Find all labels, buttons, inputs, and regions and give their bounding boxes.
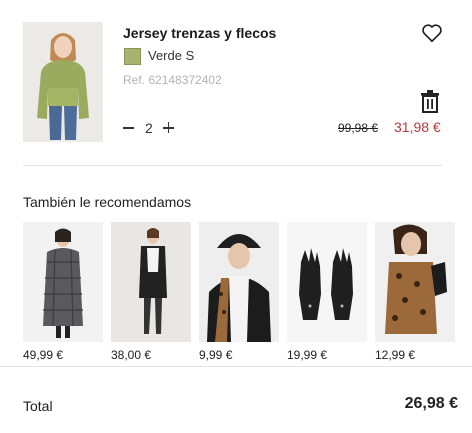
sale-price: 31,98 €: [394, 119, 441, 135]
wishlist-heart-icon[interactable]: [421, 22, 443, 44]
recommendation-price: 9,99 €: [199, 348, 233, 362]
recommendation-price: 38,00 €: [111, 348, 152, 362]
product-image[interactable]: [23, 22, 103, 142]
recommendation-item[interactable]: 49,99 €: [23, 222, 103, 362]
plaid-coat-image: [23, 222, 103, 342]
color-size-label: Verde S: [148, 48, 195, 63]
quantity-value: 2: [145, 120, 153, 136]
recommendation-price: 19,99 €: [287, 348, 328, 362]
original-price: 99,98 €: [338, 121, 379, 135]
divider: [0, 366, 472, 367]
delete-trash-icon[interactable]: [420, 89, 440, 113]
increase-quantity-button[interactable]: [162, 118, 175, 138]
product-reference: Ref. 62148372402: [123, 73, 222, 87]
quantity-stepper: 2: [123, 118, 175, 138]
recommendation-item[interactable]: 9,99 €: [199, 222, 279, 362]
product-title[interactable]: Jersey trenzas y flecos: [123, 25, 276, 41]
gloves-image: [287, 222, 367, 342]
decrease-quantity-button[interactable]: [123, 118, 135, 138]
recommendation-item[interactable]: 12,99 €: [375, 222, 455, 362]
rain-hat-image: [199, 222, 279, 342]
leopard-scarf-image: [375, 222, 455, 342]
total-label: Total: [23, 398, 53, 414]
recommendation-price: 12,99 €: [375, 348, 416, 362]
vest-outfit-image: [111, 222, 191, 342]
total-value: 26,98 €: [404, 395, 458, 412]
divider: [23, 165, 442, 166]
recommendation-price: 49,99 €: [23, 348, 64, 362]
recommendation-item[interactable]: 19,99 €: [287, 222, 367, 362]
color-swatch: [124, 48, 141, 65]
recommendations-title: También le recomendamos: [23, 194, 192, 210]
product-photo-icon: [23, 22, 103, 142]
recommendation-item[interactable]: 38,00 €: [111, 222, 191, 362]
